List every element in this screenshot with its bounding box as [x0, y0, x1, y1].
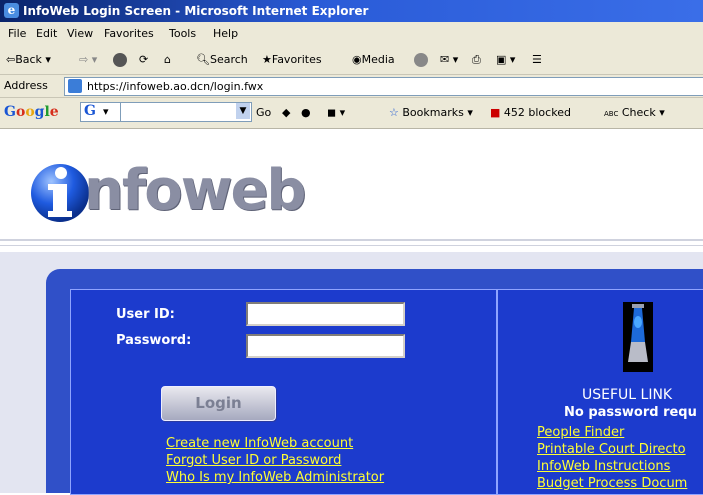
- divider: [0, 239, 703, 241]
- user-id-label: User ID:: [116, 307, 175, 322]
- lava-lamp-icon: [623, 302, 653, 372]
- page-content: nfoweb User ID: Password: Login Create n…: [0, 129, 703, 495]
- back-button[interactable]: ⇦Back ▾: [6, 53, 51, 66]
- print-button[interactable]: ⎙: [472, 53, 481, 67]
- media-icon: ◉: [352, 53, 362, 66]
- discuss-button[interactable]: ☰: [532, 53, 542, 66]
- mail-icon: ✉ ▾: [440, 53, 459, 66]
- menu-view[interactable]: View: [67, 27, 93, 40]
- menu-bar: File Edit View Favorites Tools Help: [0, 22, 703, 47]
- address-input[interactable]: https://infoweb.ao.dcn/login.fwx: [64, 77, 703, 96]
- home-icon: ⌂: [164, 53, 171, 66]
- stop-button[interactable]: [113, 53, 127, 67]
- address-bar: Address https://infoweb.ao.dcn/login.fwx: [0, 75, 703, 98]
- pagerank-icon: ◆: [282, 106, 291, 119]
- blocker-icon: ■: [490, 106, 501, 119]
- pagerank-dropdown[interactable]: ◼ ▾: [327, 106, 345, 119]
- forgot-credentials-link[interactable]: Forgot User ID or Password: [166, 453, 341, 468]
- menu-favorites[interactable]: Favorites: [104, 27, 154, 40]
- google-menu-button[interactable]: G ▾: [80, 102, 122, 122]
- print-icon: ⎙: [472, 53, 481, 66]
- spellcheck-button[interactable]: ABC Check ▾: [604, 106, 665, 119]
- menu-tools[interactable]: Tools: [169, 27, 196, 40]
- menu-file[interactable]: File: [8, 27, 26, 40]
- stop-icon: [113, 53, 127, 67]
- star-icon: ☆: [389, 106, 399, 119]
- history-button[interactable]: [414, 53, 428, 67]
- refresh-button[interactable]: ⟳: [139, 53, 148, 66]
- refresh-icon: ⟳: [139, 53, 149, 66]
- window-title: InfoWeb Login Screen - Microsoft Interne…: [23, 4, 369, 18]
- password-label: Password:: [116, 333, 192, 348]
- standard-toolbar: ⇦Back ▾ ⇨ ▾ ⟳ ⌂ 🔍︎Search ★Favorites ◉Med…: [0, 46, 703, 75]
- search-icon: 🔍︎: [196, 53, 210, 66]
- chevron-down-icon: ▾: [103, 105, 109, 118]
- people-finder-link[interactable]: People Finder: [537, 425, 624, 440]
- password-input[interactable]: [246, 334, 405, 358]
- back-arrow-icon: ⇦: [6, 53, 16, 66]
- news-icon[interactable]: ●: [301, 106, 311, 119]
- user-id-input[interactable]: [246, 302, 405, 326]
- menu-help[interactable]: Help: [213, 27, 238, 40]
- login-button[interactable]: Login: [161, 386, 276, 421]
- forward-button[interactable]: ⇨ ▾: [79, 53, 97, 66]
- history-icon: [414, 53, 428, 67]
- court-directory-link[interactable]: Printable Court Directo: [537, 442, 686, 457]
- search-button[interactable]: 🔍︎Search: [196, 53, 248, 66]
- menu-edit[interactable]: Edit: [36, 27, 57, 40]
- divider: [0, 245, 703, 246]
- instructions-link[interactable]: InfoWeb Instructions: [537, 459, 670, 474]
- edit-icon: ▣ ▾: [496, 53, 516, 66]
- spellcheck-icon: ABC: [604, 110, 619, 118]
- window-title-bar: e InfoWeb Login Screen - Microsoft Inter…: [0, 0, 703, 22]
- forward-arrow-icon: ⇨ ▾: [79, 53, 98, 66]
- administrator-link[interactable]: Who Is my InfoWeb Administrator: [166, 470, 384, 485]
- edit-button[interactable]: ▣ ▾: [496, 53, 515, 66]
- google-toolbar: Google G ▾ ▼ Go ◆ ● ◼ ▾ ☆ Bookmarks ▾ ■ 4…: [0, 98, 703, 129]
- favorites-icon: ★: [262, 53, 272, 66]
- discuss-icon: ☰: [532, 53, 542, 66]
- home-button[interactable]: ⌂: [164, 53, 171, 66]
- address-url: https://infoweb.ao.dcn/login.fwx: [87, 80, 264, 93]
- favorites-button[interactable]: ★Favorites: [262, 53, 322, 66]
- google-logo[interactable]: Google: [4, 104, 59, 120]
- media-button[interactable]: ◉Media: [352, 53, 395, 66]
- popup-blocker-button[interactable]: ■ 452 blocked: [490, 106, 571, 119]
- address-label: Address: [4, 79, 48, 92]
- mail-button[interactable]: ✉ ▾: [440, 53, 458, 66]
- logo-text: nfoweb: [84, 158, 307, 223]
- google-search-input[interactable]: [120, 102, 252, 122]
- useful-links-heading: USEFUL LINK: [582, 387, 673, 403]
- page-icon: [68, 79, 82, 93]
- google-g-icon: G: [84, 103, 96, 119]
- infoweb-logo: nfoweb: [30, 158, 310, 235]
- ie-icon: e: [4, 3, 19, 18]
- create-account-link[interactable]: Create new InfoWeb account: [166, 436, 353, 451]
- go-button[interactable]: Go: [256, 106, 271, 119]
- budget-process-link[interactable]: Budget Process Docum: [537, 476, 687, 491]
- search-dropdown-button[interactable]: ▼: [236, 103, 250, 119]
- useful-links-subheading: No password requ: [564, 405, 697, 420]
- bookmarks-button[interactable]: ☆ Bookmarks ▾: [389, 106, 473, 119]
